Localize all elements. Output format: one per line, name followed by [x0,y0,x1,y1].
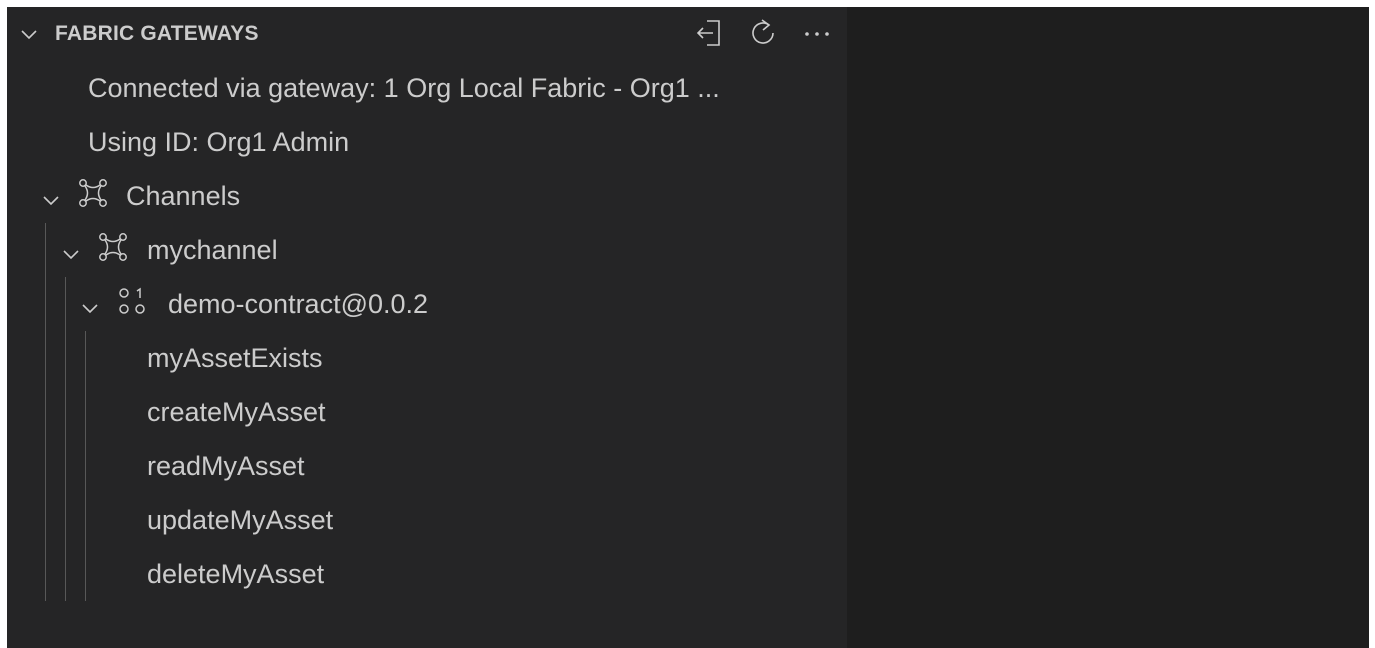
chevron-down-icon[interactable] [61,240,81,260]
more-actions-button[interactable] [801,19,833,51]
chevron-down-icon[interactable] [80,294,100,314]
section-title: FABRIC GATEWAYS [55,22,259,45]
indent-guide [65,277,66,601]
contract-icon [116,284,150,325]
transaction-item[interactable]: updateMyAsset [7,493,847,547]
connected-gateway-label: Connected via gateway: 1 Org Local Fabri… [88,72,720,103]
tree-item-label: Channels [126,180,241,211]
refresh-icon [747,17,779,54]
indent-guide [45,223,46,601]
transaction-item[interactable]: deleteMyAsset [7,547,847,601]
channels-icon [76,176,110,217]
identity-label: Using ID: Org1 Admin [88,126,350,157]
transaction-item[interactable]: myAssetExists [7,331,847,385]
channel-icon [96,230,130,271]
transaction-item[interactable]: readMyAsset [7,439,847,493]
fabric-gateways-panel: FABRIC GATEWAYS Connected via gateway: 1… [7,7,847,648]
tree-item-label: mychannel [147,234,278,265]
tree-item-label: demo-contract@0.0.2 [168,288,429,319]
transaction-label: deleteMyAsset [147,558,325,589]
editor-area [847,7,1369,648]
more-icon [801,17,833,54]
transaction-label: createMyAsset [147,396,326,427]
section-header[interactable]: FABRIC GATEWAYS [7,7,847,61]
section-actions [693,17,833,54]
transaction-label: myAssetExists [147,342,323,373]
chevron-down-icon[interactable] [41,186,61,206]
tree-item-channels[interactable]: Channels [7,169,847,223]
transaction-label: readMyAsset [147,450,305,481]
disconnect-icon [693,17,725,54]
transaction-label: updateMyAsset [147,504,334,535]
disconnect-button[interactable] [693,19,725,51]
refresh-button[interactable] [747,17,779,54]
workbench: FABRIC GATEWAYS Connected via gateway: 1… [7,7,1369,648]
connected-gateway-item[interactable]: Connected via gateway: 1 Org Local Fabri… [7,61,847,115]
indent-guide [85,331,86,601]
transaction-item[interactable]: createMyAsset [7,385,847,439]
tree-item-contract[interactable]: demo-contract@0.0.2 [7,277,847,331]
chevron-down-icon[interactable] [19,24,39,44]
identity-item[interactable]: Using ID: Org1 Admin [7,115,847,169]
tree-item-channel[interactable]: mychannel [7,223,847,277]
